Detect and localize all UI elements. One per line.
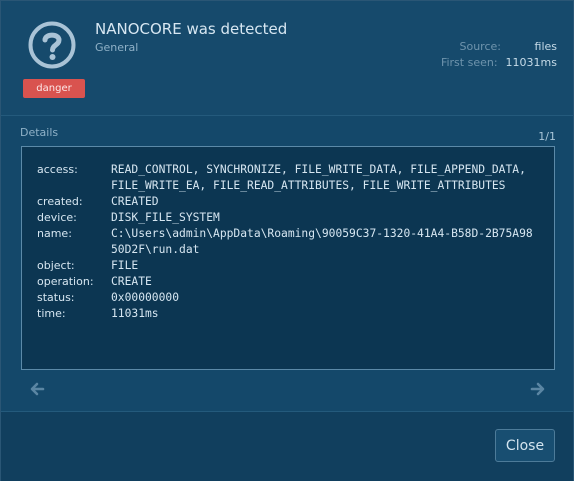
first-seen-value: 11031ms [505,56,557,69]
detail-value: C:\Users\admin\AppData\Roaming\90059C37-… [111,227,533,256]
details-pager: 1/1 [538,130,556,143]
dialog-footer: Close [1,411,573,481]
detail-value: CREATED [111,195,159,208]
detail-key: object: [37,259,75,272]
details-panel: access: READ_CONTROL, SYNCHRONIZE, FILE_W… [21,146,555,370]
question-icon [28,21,76,69]
arrow-left-icon[interactable] [29,381,45,397]
severity-badge: danger [23,79,85,98]
details-fields: access: READ_CONTROL, SYNCHRONIZE, FILE_W… [37,162,539,322]
dialog-header: danger NANOCORE was detected General Sou… [1,1,573,116]
detail-key: operation: [37,275,94,288]
detail-row: time: 11031ms [37,306,539,322]
source-label: Source: [459,40,502,53]
details-heading: Details [20,126,59,139]
detail-key: access: [37,163,78,176]
detail-row: operation: CREATE [37,274,539,290]
detail-row: object: FILE [37,258,539,274]
first-seen-label: First seen: [440,56,498,69]
signature-dialog: danger NANOCORE was detected General Sou… [0,0,574,481]
detail-value: CREATE [111,275,152,288]
signature-title: NANOCORE was detected [95,20,288,38]
signature-meta: Source: files First seen: 11031ms [441,39,557,71]
detail-key: name: [37,227,72,240]
detail-value: 0x00000000 [111,291,180,304]
detail-key: device: [37,211,77,224]
signature-category: General [95,41,139,54]
detail-value: DISK_FILE_SYSTEM [111,211,220,224]
detail-value: FILE [111,259,139,272]
detail-row: name: C:\Users\admin\AppData\Roaming\9005… [37,226,539,258]
arrow-right-icon[interactable] [530,381,546,397]
detail-value: 11031ms [111,307,159,320]
source-value: files [534,40,557,53]
detail-row: access: READ_CONTROL, SYNCHRONIZE, FILE_W… [37,162,539,194]
close-button[interactable]: Close [495,429,555,462]
detail-value: READ_CONTROL, SYNCHRONIZE, FILE_WRITE_DA… [111,163,526,192]
detail-row: device: DISK_FILE_SYSTEM [37,210,539,226]
detail-row: status: 0x00000000 [37,290,539,306]
detail-key: status: [37,291,75,304]
detail-row: created: CREATED [37,194,539,210]
detail-key: time: [37,307,66,320]
detail-key: created: [37,195,83,208]
